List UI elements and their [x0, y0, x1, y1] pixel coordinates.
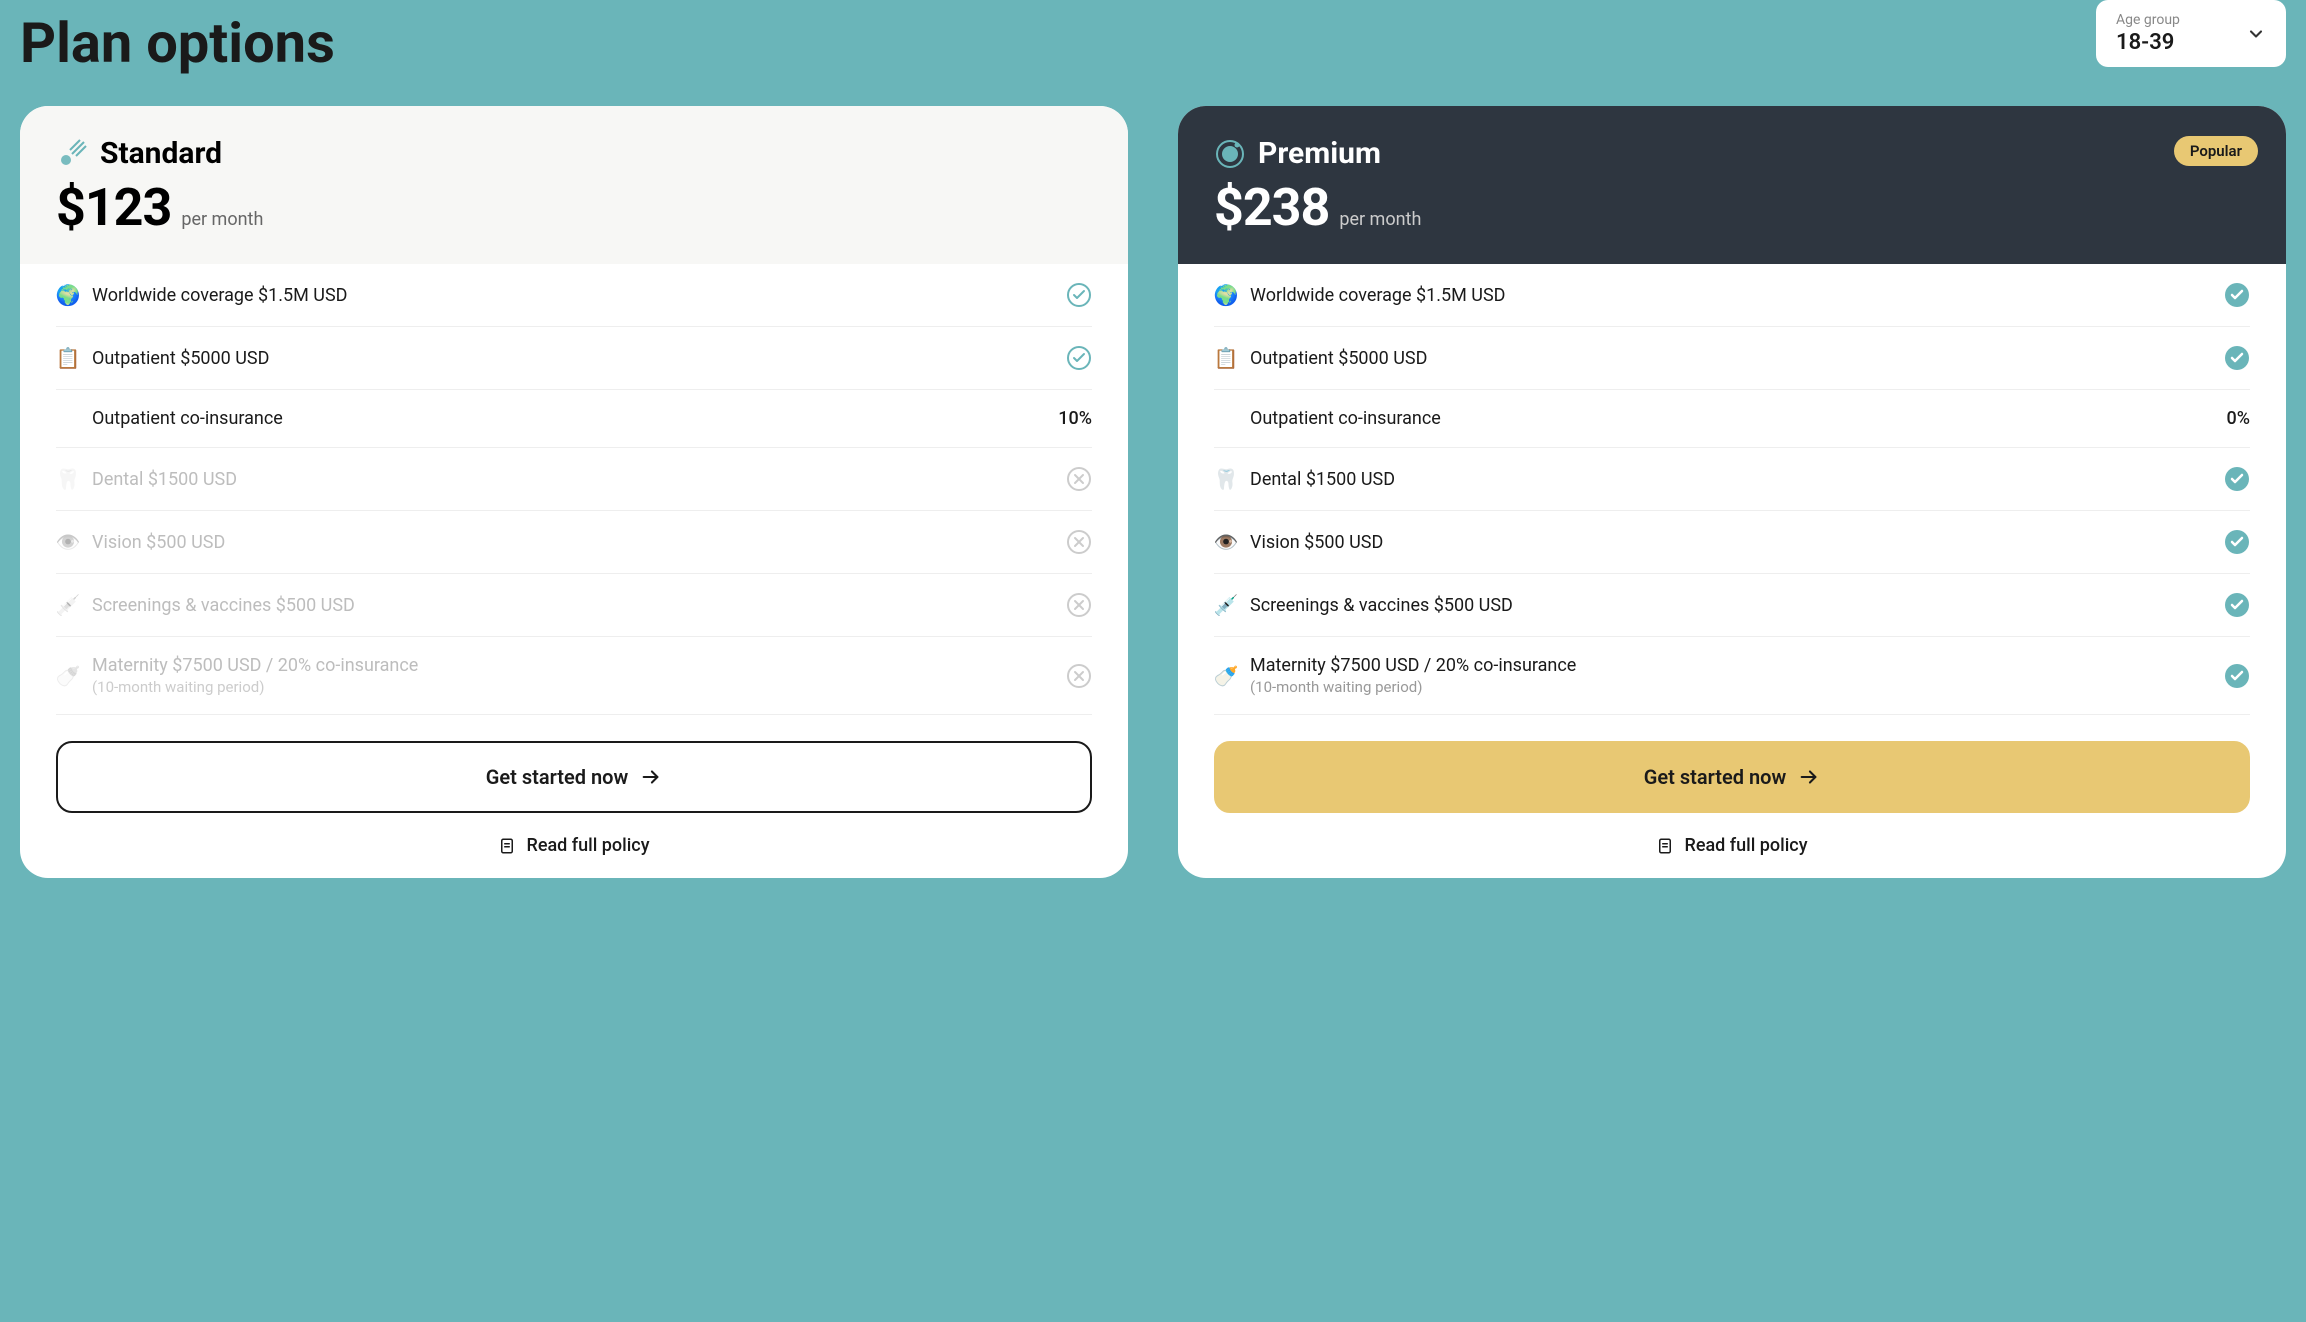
check-icon	[2224, 282, 2250, 308]
plan-price: $238	[1214, 177, 1329, 238]
read-full-policy-link[interactable]: Read full policy	[1178, 813, 2286, 878]
check-icon	[1066, 282, 1092, 308]
get-started-button[interactable]: Get started now	[1214, 741, 2250, 813]
feature-label: Worldwide coverage $1.5M USD	[1250, 285, 2212, 306]
shield-icon: 💉	[56, 593, 80, 617]
plan-features: 🌍 Worldwide coverage $1.5M USD 📋 Outpatient…	[1178, 264, 2286, 735]
x-icon	[1066, 466, 1092, 492]
feature-label: Worldwide coverage $1.5M USD	[92, 285, 1054, 306]
feature-row: Outpatient co-insurance 10%	[56, 390, 1092, 448]
tooth-icon: 🦷	[1214, 467, 1238, 491]
globe-icon: 🌍	[56, 283, 80, 307]
get-started-button[interactable]: Get started now	[56, 741, 1092, 813]
feature-label: Screenings & vaccines $500 USD	[92, 595, 1054, 616]
age-group-value: 18-39	[2116, 30, 2266, 55]
x-icon	[1066, 529, 1092, 555]
plan-price-period: per month	[181, 209, 263, 230]
plan-header: Standard $123 per month	[20, 106, 1128, 264]
arrow-right-icon	[1798, 766, 1820, 788]
read-full-policy-link[interactable]: Read full policy	[20, 813, 1128, 878]
plan-name: Premium	[1258, 136, 1381, 171]
plan-features: 🌍 Worldwide coverage $1.5M USD 📋 Outpatient…	[20, 264, 1128, 735]
plan-icon	[56, 138, 88, 170]
check-icon	[2224, 345, 2250, 371]
check-icon	[2224, 466, 2250, 492]
feature-row: 👁️ Vision $500 USD	[1214, 511, 2250, 574]
eye-icon: 👁️	[56, 530, 80, 554]
plan-header: Premium Popular $238 per month	[1178, 106, 2286, 264]
plan-name: Standard	[100, 136, 222, 171]
x-icon	[1066, 592, 1092, 618]
feature-row: 💉 Screenings & vaccines $500 USD	[56, 574, 1092, 637]
feature-label: Maternity $7500 USD / 20% co-insurance(1…	[92, 655, 1054, 696]
shield-icon: 💉	[1214, 593, 1238, 617]
check-icon	[2224, 663, 2250, 689]
feature-label: Outpatient $5000 USD	[92, 348, 1054, 369]
baby-icon: 🍼	[56, 664, 80, 688]
clipboard-icon: 📋	[1214, 346, 1238, 370]
feature-label: Outpatient co-insurance	[92, 408, 1046, 429]
plan-card-premium: Premium Popular $238 per month 🌍 Worldwide co…	[1178, 106, 2286, 878]
globe-icon: 🌍	[1214, 283, 1238, 307]
feature-label: Outpatient co-insurance	[1250, 408, 2215, 429]
feature-row: 💉 Screenings & vaccines $500 USD	[1214, 574, 2250, 637]
feature-row: Outpatient co-insurance 0%	[1214, 390, 2250, 448]
feature-row: 🌍 Worldwide coverage $1.5M USD	[56, 264, 1092, 327]
feature-label: Outpatient $5000 USD	[1250, 348, 2212, 369]
feature-row: 📋 Outpatient $5000 USD	[1214, 327, 2250, 390]
feature-row: 🦷 Dental $1500 USD	[56, 448, 1092, 511]
eye-icon: 👁️	[1214, 530, 1238, 554]
feature-label: Vision $500 USD	[92, 532, 1054, 553]
chevron-down-icon	[2246, 24, 2266, 44]
feature-row: 👁️ Vision $500 USD	[56, 511, 1092, 574]
feature-label: Screenings & vaccines $500 USD	[1250, 595, 2212, 616]
plan-icon	[1214, 138, 1246, 170]
plan-card-standard: Standard $123 per month 🌍 Worldwide coverage…	[20, 106, 1128, 878]
feature-label: Dental $1500 USD	[92, 469, 1054, 490]
age-group-label: Age group	[2116, 12, 2266, 28]
feature-row: 🌍 Worldwide coverage $1.5M USD	[1214, 264, 2250, 327]
x-icon	[1066, 663, 1092, 689]
feature-label: Dental $1500 USD	[1250, 469, 2212, 490]
baby-icon: 🍼	[1214, 664, 1238, 688]
check-icon	[2224, 529, 2250, 555]
check-icon	[1066, 345, 1092, 371]
arrow-right-icon	[640, 766, 662, 788]
feature-label: Maternity $7500 USD / 20% co-insurance(1…	[1250, 655, 2212, 696]
clipboard-icon: 📋	[56, 346, 80, 370]
age-group-selector[interactable]: Age group 18-39	[2096, 0, 2286, 67]
document-icon	[1656, 837, 1674, 855]
page-title: Plan options	[20, 0, 335, 76]
check-icon	[2224, 592, 2250, 618]
tooth-icon: 🦷	[56, 467, 80, 491]
plan-price: $123	[56, 177, 171, 238]
feature-row: 📋 Outpatient $5000 USD	[56, 327, 1092, 390]
document-icon	[498, 837, 516, 855]
feature-label: Vision $500 USD	[1250, 532, 2212, 553]
plan-price-period: per month	[1339, 209, 1421, 230]
feature-row: 🦷 Dental $1500 USD	[1214, 448, 2250, 511]
feature-row: 🍼 Maternity $7500 USD / 20% co-insurance(…	[56, 637, 1092, 715]
feature-value: 10%	[1058, 408, 1092, 429]
popular-badge: Popular	[2174, 136, 2258, 166]
feature-row: 🍼 Maternity $7500 USD / 20% co-insurance(…	[1214, 637, 2250, 715]
feature-value: 0%	[2227, 408, 2250, 429]
